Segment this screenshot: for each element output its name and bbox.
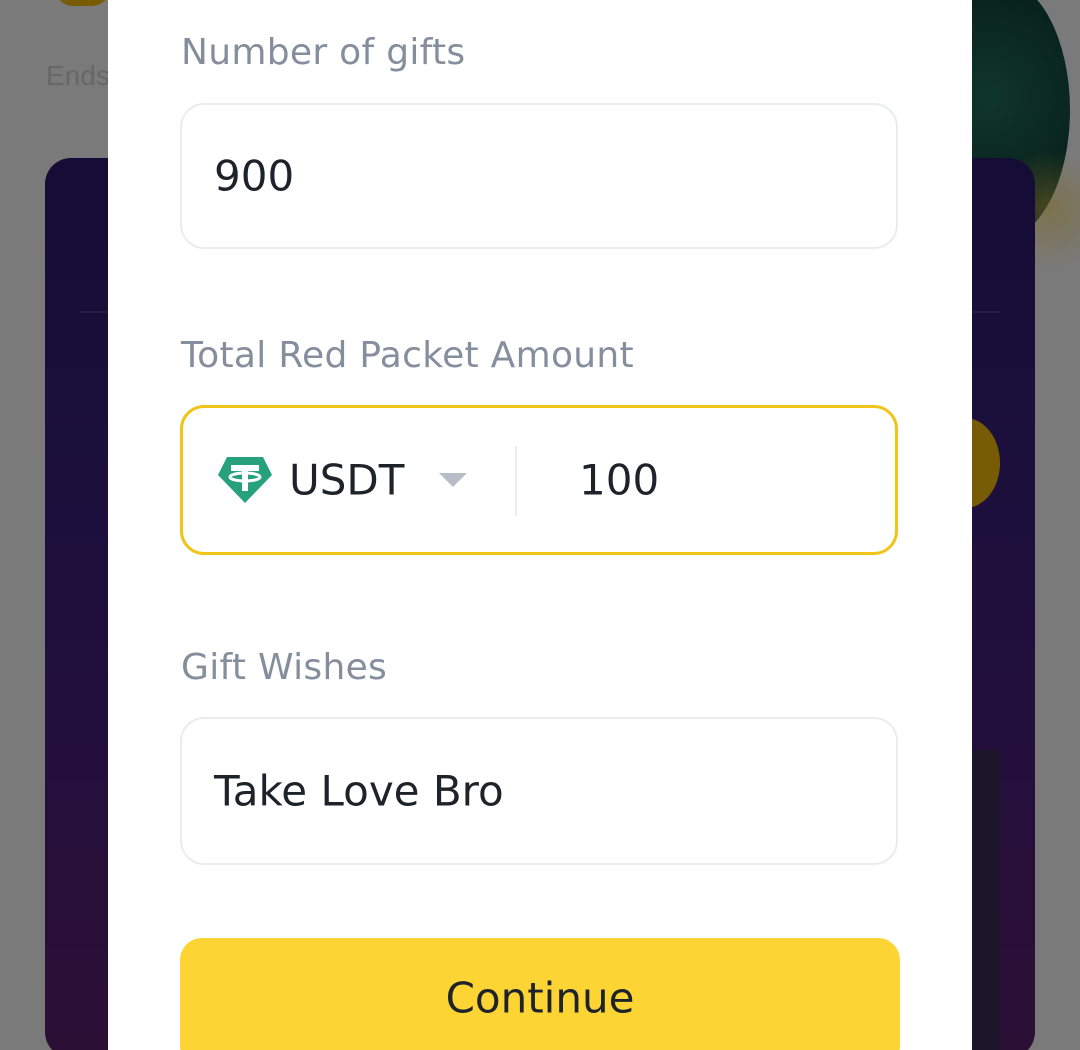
continue-label: Continue — [445, 973, 635, 1023]
wishes-label: Gift Wishes — [181, 647, 388, 688]
amount-field[interactable]: USDT 100 — [180, 405, 898, 555]
continue-button[interactable]: Continue — [180, 938, 900, 1050]
screen: Ends Number of gifts 900 Total Red Packe… — [0, 0, 1080, 1050]
amount-label: Total Red Packet Amount — [181, 335, 634, 376]
gifts-value: 900 — [214, 151, 295, 201]
gifts-label: Number of gifts — [181, 32, 466, 73]
chevron-down-icon — [439, 473, 467, 487]
gifts-field[interactable]: 900 — [180, 103, 898, 249]
token-label: USDT — [289, 455, 405, 505]
token-selector[interactable]: USDT — [183, 408, 513, 552]
field-divider — [515, 446, 517, 516]
red-packet-modal: Number of gifts 900 Total Red Packet Amo… — [108, 0, 972, 1050]
tether-icon — [218, 457, 272, 503]
wishes-value: Take Love Bro — [214, 766, 504, 816]
wishes-field[interactable]: Take Love Bro — [180, 717, 898, 865]
amount-value[interactable]: 100 — [579, 456, 659, 505]
